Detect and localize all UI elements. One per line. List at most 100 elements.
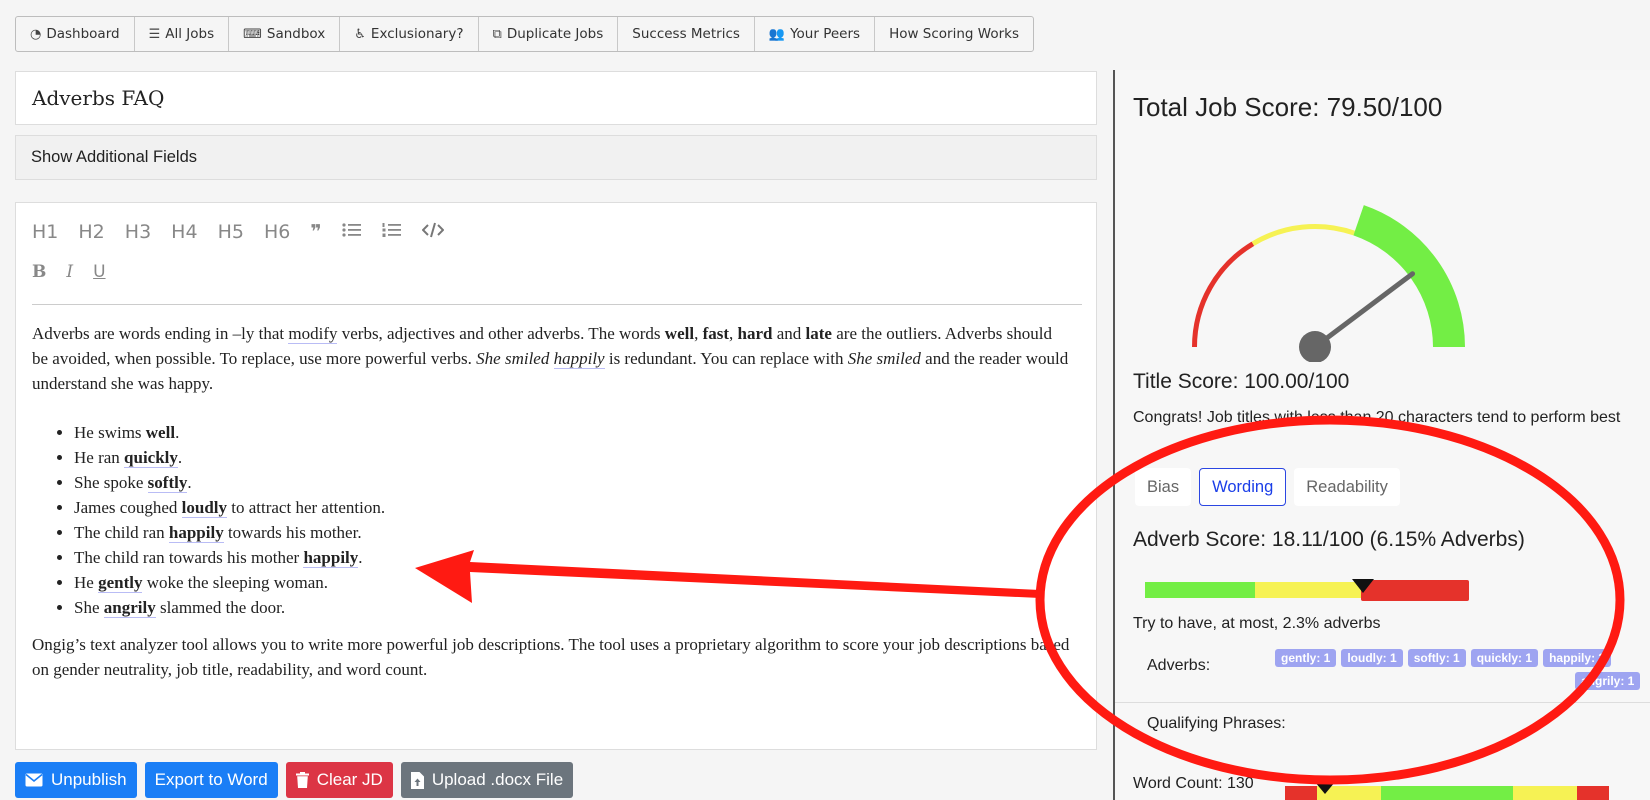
adverb-chip: angrily: 1: [1575, 672, 1641, 690]
gauge-arc-green: [1353, 205, 1465, 348]
nav-all-jobs[interactable]: ☰ All Jobs: [135, 17, 230, 51]
envelope-icon: [25, 773, 43, 787]
example-list: He swims well.He ran quickly.She spoke s…: [32, 420, 1072, 620]
qualifying-phrases-label: Qualifying Phrases:: [1147, 715, 1286, 732]
h3-button[interactable]: H3: [125, 221, 151, 243]
action-bar: Unpublish Export to Word Clear JD Upload…: [15, 762, 574, 798]
tab-wording[interactable]: Wording: [1199, 468, 1287, 506]
editor-content[interactable]: Adverbs are words ending in –ly that mod…: [32, 321, 1072, 706]
upload-docx-label: Upload .docx File: [431, 770, 564, 789]
adverb-score-bar: [1145, 579, 1469, 601]
bullet-list-icon[interactable]: [341, 221, 362, 243]
adverb-bar-green: [1145, 582, 1255, 598]
upload-docx-button[interactable]: Upload .docx File: [400, 762, 574, 798]
h1-button[interactable]: H1: [32, 221, 58, 243]
nav-label: Dashboard: [46, 26, 120, 42]
list-item: He swims well.: [74, 420, 1072, 445]
nav-how-scoring-works[interactable]: How Scoring Works: [875, 17, 1033, 51]
underline-button[interactable]: U: [93, 262, 105, 282]
score-tabs: Bias Wording Readability: [1135, 468, 1400, 506]
numbered-list-icon[interactable]: [382, 221, 402, 243]
list-item: She spoke softly.: [74, 470, 1072, 495]
adverb-word: quickly: [124, 448, 178, 468]
editor[interactable]: H1 H2 H3 H4 H5 H6 ❞ B I U Adverbs are wo…: [15, 202, 1097, 750]
nav-label: Duplicate Jobs: [506, 26, 604, 42]
h6-button[interactable]: H6: [264, 221, 290, 243]
adverb-chip: softly: 1: [1407, 649, 1466, 667]
gauge-hub: [1299, 331, 1331, 362]
accessibility-icon: ♿: [354, 26, 366, 42]
adverb-score: Adverb Score: 18.11/100 (6.15% Adverbs): [1133, 528, 1525, 551]
total-job-score: Total Job Score: 79.50/100: [1133, 92, 1443, 122]
gauge-arc-red: [1192, 241, 1255, 348]
show-additional-fields[interactable]: Show Additional Fields: [15, 135, 1097, 180]
editor-toolbar-format: B I U: [32, 262, 126, 282]
adverb-word: gently: [98, 573, 143, 593]
export-word-button[interactable]: Export to Word: [144, 762, 278, 798]
adverb-word: angrily: [103, 598, 156, 618]
adverb-word: happily: [303, 548, 359, 568]
dashboard-icon: ◔: [30, 26, 42, 42]
h5-button[interactable]: H5: [218, 221, 244, 243]
file-upload-icon: [410, 771, 424, 789]
nav-sandbox[interactable]: ⌨ Sandbox: [229, 17, 341, 51]
wc-bar-green: [1381, 786, 1513, 800]
bold-button[interactable]: B: [32, 262, 46, 282]
wc-bar-red-right: [1577, 786, 1609, 800]
adverb-chip: quickly: 1: [1470, 649, 1539, 667]
tab-readability[interactable]: Readability: [1294, 468, 1400, 506]
keyboard-icon: ⌨: [243, 26, 262, 42]
adverb-word: loudly: [181, 498, 227, 518]
list-item: The child ran towards his mother happily…: [74, 545, 1072, 570]
job-title-input[interactable]: Adverbs FAQ: [15, 71, 1097, 125]
unpublish-label: Unpublish: [51, 770, 127, 789]
export-word-label: Export to Word: [154, 770, 268, 789]
tab-bias[interactable]: Bias: [1135, 468, 1192, 506]
adverb-word: well: [145, 423, 176, 442]
nav-label: Your Peers: [790, 26, 861, 42]
editor-toolbar-headings: H1 H2 H3 H4 H5 H6 ❞: [32, 221, 464, 243]
clear-jd-label: Clear JD: [316, 770, 383, 789]
nav-your-peers[interactable]: 👥 Your Peers: [755, 17, 876, 51]
nav-success-metrics[interactable]: Success Metrics: [618, 17, 755, 51]
adverbs-label: Adverbs:: [1147, 657, 1211, 674]
quote-icon[interactable]: ❞: [310, 221, 321, 243]
unpublish-button[interactable]: Unpublish: [15, 762, 137, 798]
list-item: The child ran happily towards his mother…: [74, 520, 1072, 545]
nav-label: Exclusionary?: [370, 26, 464, 42]
title-score-message: Congrats! Job titles with less than 20 c…: [1133, 409, 1621, 426]
word-count: Word Count: 130: [1133, 775, 1254, 792]
top-nav: ◔ Dashboard ☰ All Jobs ⌨ Sandbox ♿ Exclusionary…: [15, 16, 1034, 52]
list-item: He gently woke the sleeping woman.: [74, 570, 1072, 595]
adverb-bar-yellow: [1255, 582, 1361, 598]
list-icon: ☰: [148, 26, 161, 42]
h4-button[interactable]: H4: [171, 221, 197, 243]
word-count-bar: [1285, 782, 1609, 800]
adverb-chip: loudly: 1: [1341, 649, 1403, 667]
h2-button[interactable]: H2: [78, 221, 104, 243]
adverb-chip: gently: 1: [1275, 649, 1337, 667]
list-item: She angrily slammed the door.: [74, 595, 1072, 620]
adverbs-row: Adverbs: gently: 1 loudly: 1 softly: 1 quic…: [1115, 643, 1650, 703]
nav-duplicate-jobs[interactable]: ⧉ Duplicate Jobs: [479, 17, 619, 51]
gauge-arc-yellow: [1251, 224, 1356, 246]
nav-label: Success Metrics: [632, 26, 740, 42]
wc-bar-red-left: [1285, 786, 1317, 800]
nav-exclusionary[interactable]: ♿ Exclusionary?: [340, 17, 479, 51]
adverb-word: softly: [147, 473, 188, 493]
adverb-hint: Try to have, at most, 2.3% adverbs: [1133, 615, 1381, 632]
nav-label: Sandbox: [266, 26, 326, 42]
code-icon[interactable]: [421, 221, 444, 243]
adverb-chip: happily: 3: [1543, 649, 1612, 667]
gauge-needle: [1312, 271, 1416, 350]
adverb-word: happily: [168, 523, 224, 543]
trash-icon: [295, 772, 309, 788]
adverb-chips: gently: 1 loudly: 1 softly: 1 quickly: 1 hap…: [1275, 649, 1650, 690]
italic-button[interactable]: I: [66, 262, 73, 282]
title-score: Title Score: 100.00/100: [1133, 370, 1350, 393]
wc-bar-yellow-right: [1513, 786, 1577, 800]
nav-label: All Jobs: [165, 26, 215, 42]
adverb-bar-red: [1361, 580, 1469, 601]
clear-jd-button[interactable]: Clear JD: [285, 762, 393, 798]
nav-dashboard[interactable]: ◔ Dashboard: [16, 17, 135, 51]
